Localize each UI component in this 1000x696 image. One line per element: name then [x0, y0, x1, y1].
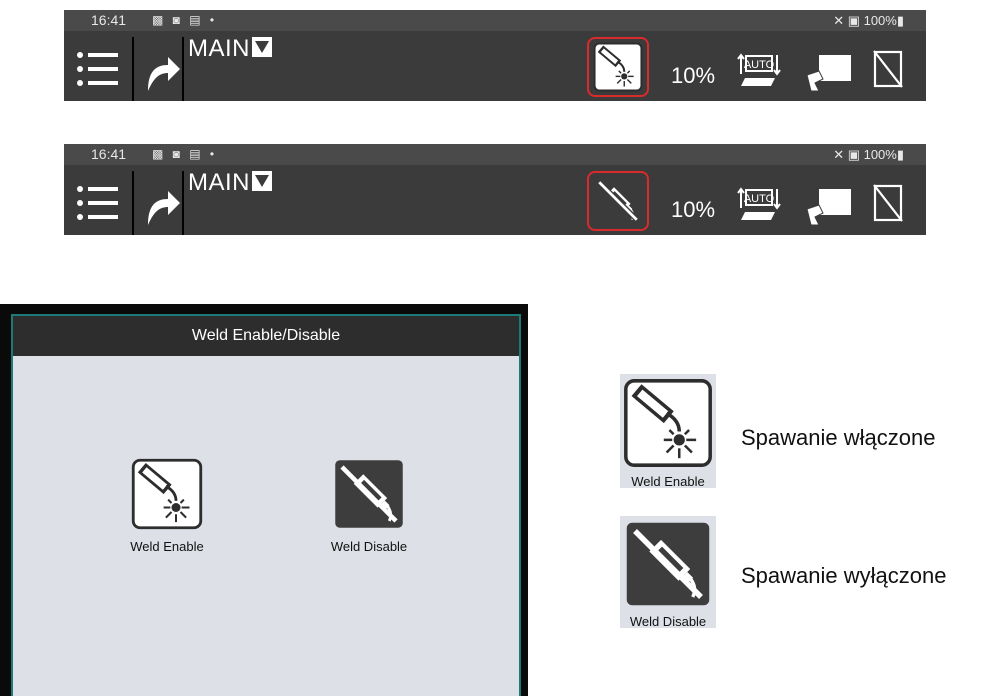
tool-frame-icon[interactable] [872, 183, 904, 223]
program-name: MAIN [188, 35, 250, 62]
notification-icons: ▩ ◙ ▤ • [152, 13, 218, 27]
legend-enable-item: Weld Enable [620, 374, 716, 489]
legend-disable-item: Weld Disable [620, 516, 716, 629]
menu-icon[interactable] [74, 175, 122, 231]
weld-disable-button[interactable]: Weld Disable [319, 458, 419, 554]
svg-text:AUTO: AUTO [744, 193, 775, 205]
redo-icon[interactable] [142, 45, 182, 95]
weld-disable-icon [624, 520, 712, 608]
program-selector[interactable]: MAIN [188, 169, 272, 197]
status-bar: 16:41 ▩ ◙ ▤ • ✕ ▣ 100%▮ [64, 10, 926, 31]
dropdown-icon [252, 36, 272, 57]
toolbar-divider [182, 171, 184, 235]
battery-indicator: ✕ ▣ 100%▮ [833, 13, 904, 28]
weld-enable-icon [129, 458, 205, 530]
weld-enable-label: Weld Enable [130, 539, 204, 554]
speed-percent[interactable]: 10% [671, 63, 715, 89]
weld-enable-icon [592, 42, 644, 92]
auto-mode-icon[interactable]: AUTO [737, 186, 781, 224]
tool-frame-icon[interactable] [872, 49, 904, 89]
weld-toggle-button[interactable] [587, 37, 649, 97]
legend-disable-text: Spawanie wyłączone [741, 563, 947, 588]
status-time: 16:41 [91, 146, 127, 162]
program-name: MAIN [188, 169, 250, 196]
weld-toggle-button[interactable] [587, 171, 649, 231]
toolbar-weld-enabled: 16:41 ▩ ◙ ▤ • ✕ ▣ 100%▮ MAIN 10% AUTO [64, 10, 926, 101]
robot-cell-icon[interactable] [805, 187, 853, 227]
weld-disable-icon [597, 180, 639, 222]
legend-enable-text: Spawanie włączone [741, 425, 936, 450]
weld-dialog: Weld Enable/Disable Weld Enable Weld Dis… [0, 304, 528, 696]
battery-indicator: ✕ ▣ 100%▮ [833, 147, 904, 162]
redo-icon[interactable] [142, 179, 182, 229]
robot-cell-icon[interactable] [805, 53, 853, 93]
toolbar-divider [132, 37, 134, 101]
svg-text:AUTO: AUTO [744, 59, 775, 71]
weld-enable-icon [623, 378, 713, 468]
legend-disable-label: Weld Disable [629, 614, 707, 629]
status-bar: 16:41 ▩ ◙ ▤ • ✕ ▣ 100%▮ [64, 144, 926, 165]
weld-disable-label: Weld Disable [330, 539, 408, 554]
notification-icons: ▩ ◙ ▤ • [152, 147, 218, 161]
auto-mode-icon[interactable]: AUTO [737, 52, 781, 90]
dialog-title: Weld Enable/Disable [13, 316, 519, 356]
speed-percent[interactable]: 10% [671, 197, 715, 223]
program-selector[interactable]: MAIN [188, 35, 272, 63]
menu-icon[interactable] [74, 41, 122, 97]
legend-enable-label: Weld Enable [631, 474, 705, 489]
toolbar-divider [132, 171, 134, 235]
status-time: 16:41 [91, 12, 127, 28]
dropdown-icon [252, 170, 272, 191]
toolbar-weld-disabled: 16:41 ▩ ◙ ▤ • ✕ ▣ 100%▮ MAIN 10% AUTO [64, 144, 926, 235]
weld-disable-icon [331, 458, 407, 530]
toolbar-divider [182, 37, 184, 101]
weld-enable-button[interactable]: Weld Enable [117, 458, 217, 554]
